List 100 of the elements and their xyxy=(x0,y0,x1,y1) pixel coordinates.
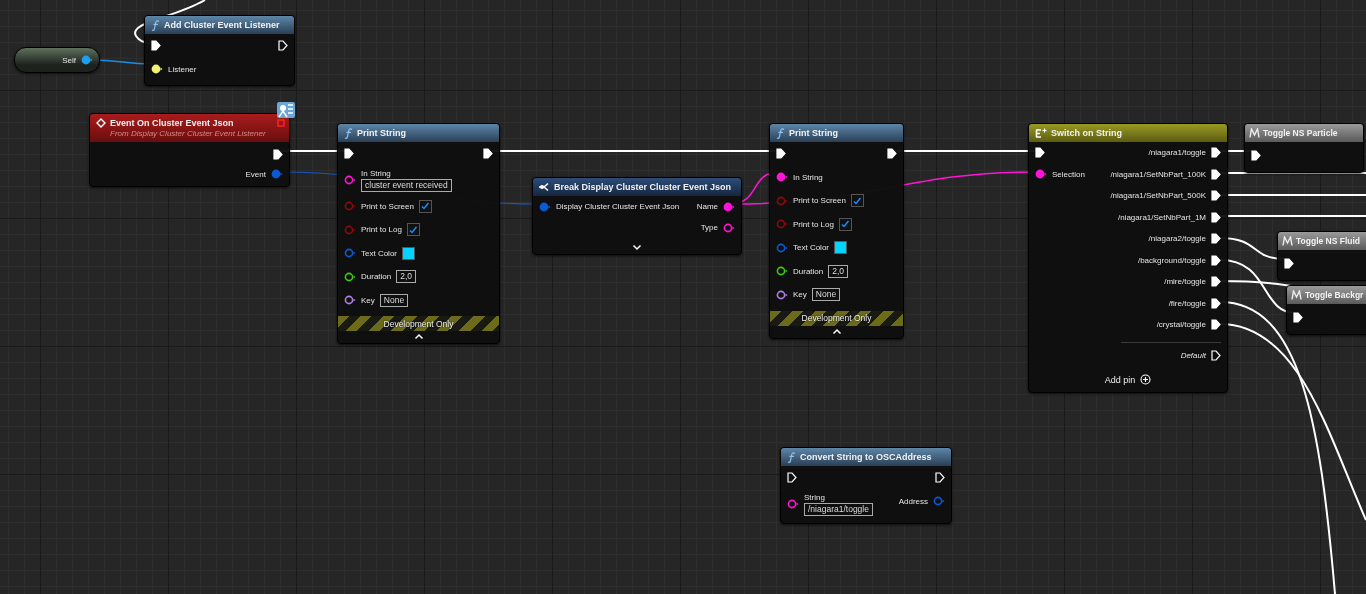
graph-node[interactable]: Print String In String Print to Screen Print to Log Text Color Duration 2,0 Key None Development Only xyxy=(769,123,904,339)
node-title: Event On Cluster Event Json xyxy=(110,117,235,129)
data-pin-icon[interactable] xyxy=(1035,169,1047,180)
pin-label: Self xyxy=(62,55,76,65)
graph-node[interactable]: Convert String to OSCAddress String /niagara1/toggle Address xyxy=(780,447,952,524)
exec-pin-icon[interactable] xyxy=(887,148,897,160)
exec-pin-icon[interactable] xyxy=(1251,149,1261,161)
checkbox[interactable] xyxy=(838,217,852,231)
data-pin-icon[interactable] xyxy=(723,201,735,212)
diamond-icon xyxy=(96,118,106,128)
node-title: Toggle NS Particle xyxy=(1263,127,1338,139)
graph-node[interactable]: Break Display Cluster Cluster Event Json Display Cluster Cluster Event Json Name Type xyxy=(532,177,742,255)
value-field[interactable]: 2,0 xyxy=(828,264,849,278)
color-swatch[interactable] xyxy=(402,246,415,260)
pin-label: Name xyxy=(696,202,718,211)
exec-pin-icon[interactable] xyxy=(1211,211,1221,223)
pin-label: /niagara1/SetNbPart_100K xyxy=(1110,169,1206,179)
add-pin-button[interactable]: Add pin xyxy=(1100,372,1156,387)
graph-node[interactable]: Toggle Backgr xyxy=(1286,285,1366,335)
pin-label: Display Cluster Cluster Event Json xyxy=(556,202,680,211)
exec-pin-icon[interactable] xyxy=(344,148,354,160)
data-pin-icon[interactable] xyxy=(776,289,788,300)
node-title: Print String xyxy=(789,127,838,139)
exec-pin-icon[interactable] xyxy=(1211,349,1221,361)
exec-pin-icon[interactable] xyxy=(1211,276,1221,288)
pin-label: /niagara1/SetNbPart_1M xyxy=(1117,212,1206,222)
data-pin-icon[interactable] xyxy=(344,175,356,185)
exec-pin-icon[interactable] xyxy=(1293,311,1303,323)
data-pin-icon[interactable] xyxy=(776,172,788,183)
pin-label: /fire/toggle xyxy=(1168,298,1206,308)
data-pin-icon[interactable] xyxy=(81,55,93,65)
function-icon xyxy=(776,128,785,139)
pin-label: Print to Log xyxy=(793,219,834,229)
checkbox[interactable] xyxy=(406,223,420,237)
pin-label: Default xyxy=(1180,350,1206,360)
node-title: Toggle NS Fluid xyxy=(1296,235,1361,247)
pin-label: /mire/toggle xyxy=(1164,277,1206,287)
pin-label: String xyxy=(804,492,826,502)
exec-pin-icon[interactable] xyxy=(278,40,288,52)
function-icon xyxy=(151,20,160,31)
graph-node[interactable]: Self xyxy=(14,47,100,73)
macro-icon xyxy=(1291,290,1302,300)
exec-pin-icon[interactable] xyxy=(1211,319,1221,331)
pin-label: Text Color xyxy=(793,243,829,253)
graph-node[interactable] xyxy=(1028,123,1228,393)
pin-label: /niagara2/toggle xyxy=(1148,234,1206,244)
value-field[interactable]: cluster event received xyxy=(361,178,452,192)
pin-label: Listener xyxy=(168,64,197,74)
data-pin-icon[interactable] xyxy=(344,271,356,282)
pin-label: In String xyxy=(793,172,823,182)
breakpoint-icon xyxy=(277,119,285,127)
data-pin-icon[interactable] xyxy=(787,499,799,509)
data-pin-icon[interactable] xyxy=(723,222,735,233)
exec-pin-icon[interactable] xyxy=(1211,254,1221,266)
color-swatch[interactable] xyxy=(834,241,847,255)
graph-node[interactable]: Toggle NS Fluid xyxy=(1277,231,1366,281)
macro-icon xyxy=(1249,128,1260,138)
value-field[interactable]: 2,0 xyxy=(396,270,417,284)
macro-icon xyxy=(1282,236,1293,246)
exec-pin-icon[interactable] xyxy=(776,148,786,160)
exec-pin-icon[interactable] xyxy=(787,472,797,484)
exec-pin-icon[interactable] xyxy=(273,148,283,160)
checkbox[interactable] xyxy=(850,194,864,208)
replication-icon xyxy=(276,101,296,119)
graph-node[interactable]: Print String In String cluster event received Print to Screen Print to Log Text Color Duration 2,0 Key None Development Only xyxy=(337,123,500,344)
exec-pin-icon[interactable] xyxy=(1211,233,1221,245)
exec-pin-icon[interactable] xyxy=(1211,147,1221,159)
data-pin-icon[interactable] xyxy=(151,64,163,75)
node-title: Break Display Cluster Cluster Event Json xyxy=(554,181,732,193)
checkbox[interactable] xyxy=(418,199,432,213)
exec-pin-icon[interactable] xyxy=(1284,257,1294,269)
function-icon xyxy=(787,452,796,463)
exec-pin-icon[interactable] xyxy=(1035,147,1045,159)
pin-label: /niagara1/SetNbPart_500K xyxy=(1110,191,1206,201)
value-field[interactable]: None xyxy=(811,288,841,302)
pin-label: Address xyxy=(898,496,928,506)
data-pin-icon[interactable] xyxy=(776,266,788,277)
pin-label: /niagara1/toggle xyxy=(1148,148,1206,158)
pin-label: Key xyxy=(793,290,807,300)
exec-pin-icon[interactable] xyxy=(483,148,493,160)
pin-label: Selection xyxy=(1052,169,1085,179)
node-title: Add Cluster Event Listener xyxy=(164,19,280,31)
data-pin-icon[interactable] xyxy=(344,295,356,306)
pin-label: /background/toggle xyxy=(1137,255,1206,265)
function-icon xyxy=(344,128,353,139)
graph-node[interactable]: Toggle NS Particle xyxy=(1244,123,1364,173)
exec-pin-icon[interactable] xyxy=(151,40,161,52)
graph-node[interactable]: Add Cluster Event Listener Listener xyxy=(144,15,295,86)
exec-pin-icon[interactable] xyxy=(1211,190,1221,202)
pin-label: Print to Screen xyxy=(361,201,414,211)
node-subtitle: From Display Cluster Cluster Event Listener xyxy=(110,129,266,139)
exec-pin-icon[interactable] xyxy=(1211,297,1221,309)
pin-label: Event xyxy=(245,169,266,179)
node-title: Switch on String xyxy=(1051,127,1122,139)
value-field[interactable]: /niagara1/toggle xyxy=(804,502,873,516)
banner-label: Development Only xyxy=(801,313,872,323)
exec-pin-icon[interactable] xyxy=(1211,168,1221,180)
exec-pin-icon[interactable] xyxy=(935,472,945,484)
value-field[interactable]: None xyxy=(379,293,409,307)
graph-node[interactable]: Event On Cluster Event Json From Display Cluster Cluster Event Listener Event xyxy=(89,113,290,187)
